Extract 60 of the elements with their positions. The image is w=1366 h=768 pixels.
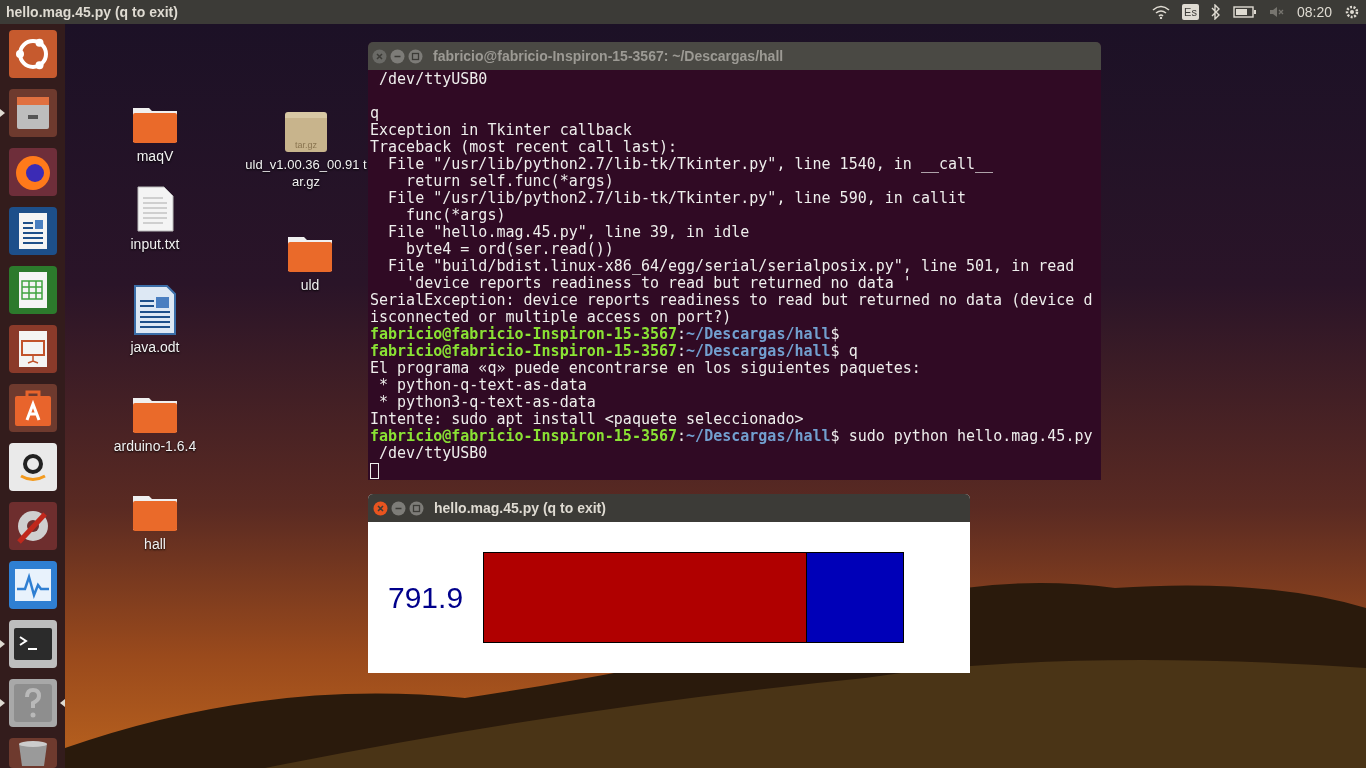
activity-monitor-icon[interactable]: [8, 561, 57, 609]
file-cabinet-icon[interactable]: [8, 89, 57, 137]
terminal-line: * python-q-text-as-data: [378, 377, 588, 394]
terminal-line: Intente: sudo apt install <paquete seleccionado>: [370, 411, 805, 428]
desktop-icon-label[interactable]: uld: [300, 277, 320, 294]
terminal-line: El programa «q» puede encontrarse en los siguientes paquetes:: [370, 360, 922, 377]
desktop-icon-label[interactable]: maqV: [136, 148, 174, 165]
power-gear-icon[interactable]: [1344, 4, 1360, 20]
prompt-line: fabricio@fabricio-Inspiron-15-3567:~/Descargas/hall$ q: [370, 343, 859, 360]
desktop-icon-label[interactable]: uld_v1.00.36_00.91 tar.gz: [245, 156, 367, 190]
maximize-icon[interactable]: [408, 48, 423, 64]
shopping-cart-smile-icon[interactable]: [8, 443, 57, 491]
file-type-label: tar.gz: [295, 141, 317, 150]
sensor-reading: 791.9: [388, 580, 464, 616]
shopping-bag-icon[interactable]: [8, 384, 57, 432]
terminal-line: * python3-q-text-as-data: [378, 394, 597, 411]
window-title: fabricio@fabricio-Inspiron-15-3567: ~/Descargas/hall: [433, 46, 784, 66]
prompt-line: fabricio@fabricio-Inspiron-15-3567:~/Descargas/hall$: [370, 326, 841, 343]
wifi-icon[interactable]: [1152, 5, 1171, 19]
terminal-line: Traceback (most recent call last):: [370, 139, 679, 156]
question-mark-icon[interactable]: [8, 679, 57, 727]
terminal-line: 'device reports readiness to read but returned no data ': [405, 275, 913, 292]
terminal-line: File "build/bdist.linux-x86_64/egg/serial/serialposix.py", line 501, in read: [387, 258, 1076, 275]
terminal-icon[interactable]: [8, 620, 57, 668]
maximize-icon[interactable]: [409, 500, 424, 516]
presentation-icon[interactable]: [8, 325, 57, 373]
terminal-line: File "hello.mag.45.py", line 39, in idle: [387, 224, 751, 241]
ubuntu-logo-icon[interactable]: [8, 30, 57, 78]
terminal-line: Exception in Tkinter callback: [370, 122, 633, 139]
keyboard-layout-indicator[interactable]: Es: [1182, 4, 1199, 20]
terminal-line: File "/usr/lib/python2.7/lib-tk/Tkinter.py", line 590, in callit: [387, 190, 968, 207]
terminal-line: /dev/ttyUSB0: [378, 71, 489, 88]
minimize-icon[interactable]: [391, 500, 406, 516]
prompt-line: fabricio@fabricio-Inspiron-15-3567:~/Descargas/hall$ sudo python hello.mag.45.py: [370, 428, 1094, 445]
desktop-icon-label[interactable]: input.txt: [130, 236, 180, 253]
clock[interactable]: 08:20: [1296, 1, 1332, 23]
window-title: hello.mag.45.py (q to exit): [6, 2, 178, 22]
desktop-icon-label[interactable]: arduino-1.6.4: [113, 438, 197, 455]
text-document-icon[interactable]: [8, 207, 57, 255]
bluetooth-icon[interactable]: [1210, 4, 1221, 20]
desktop-icon-label[interactable]: hall: [144, 536, 166, 553]
terminal-line: return self.func(*args): [405, 173, 615, 190]
terminal-line: SerialException: device reports readiness to read but returned no data (device d: [370, 292, 1094, 309]
volume-muted-icon[interactable]: [1268, 6, 1285, 18]
window-title: hello.mag.45.py (q to exit): [434, 498, 606, 518]
terminal-line: func(*args): [405, 207, 507, 224]
browser-globe-icon[interactable]: [8, 148, 57, 196]
text-file-icon[interactable]: [136, 186, 174, 232]
battery-icon[interactable]: [1232, 6, 1257, 18]
close-icon[interactable]: [373, 500, 388, 516]
trash-icon[interactable]: [8, 738, 57, 768]
terminal-line: isconnected or multiple access on port?): [370, 309, 733, 326]
text-cursor: [370, 462, 379, 479]
text-document-icon[interactable]: [134, 285, 176, 335]
spreadsheet-icon[interactable]: [8, 266, 57, 314]
terminal-line: /dev/ttyUSB0: [378, 445, 489, 462]
desktop-icon-label[interactable]: java.odt: [130, 339, 180, 356]
terminal-line: q: [370, 105, 381, 122]
terminal-line: File "/usr/lib/python2.7/lib-tk/Tkinter.py", line 1540, in __call__: [387, 156, 995, 173]
terminal-line: byte4 = ord(ser.read()): [405, 241, 615, 258]
